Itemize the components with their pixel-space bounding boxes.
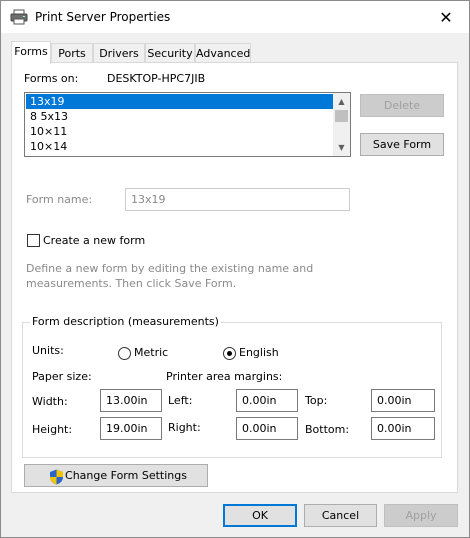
- list-item[interactable]: 10×11: [26, 124, 334, 139]
- tab-forms[interactable]: Forms: [11, 41, 51, 64]
- list-scrollbar[interactable]: ▲ ▼: [333, 93, 350, 156]
- metric-label[interactable]: Metric: [134, 346, 168, 359]
- top-margin-input[interactable]: 0.00in: [371, 389, 435, 412]
- window-title: Print Server Properties: [35, 10, 171, 24]
- tab-label: Security: [147, 47, 193, 60]
- change-form-settings-label: Change Form Settings: [65, 469, 187, 482]
- right-label: Right:: [168, 421, 201, 434]
- tab-advanced[interactable]: Advanced: [195, 43, 251, 63]
- forms-on-label: Forms on:: [24, 72, 79, 85]
- print-server-properties-dialog: Print Server Properties ✕ Forms Ports Dr…: [0, 0, 470, 538]
- form-description-group: Form description (measurements) Units: M…: [22, 315, 442, 458]
- scroll-down-icon[interactable]: ▼: [333, 139, 350, 156]
- top-label: Top:: [305, 394, 328, 407]
- bottom-label: Bottom:: [305, 423, 350, 436]
- list-item[interactable]: 8 5x13: [26, 109, 334, 124]
- metric-radio[interactable]: [118, 347, 131, 360]
- list-item[interactable]: 13x19: [26, 94, 334, 109]
- scroll-up-icon[interactable]: ▲: [333, 93, 350, 110]
- apply-button[interactable]: Apply: [384, 504, 458, 527]
- title-bar: Print Server Properties ✕: [1, 1, 469, 33]
- printer-area-margins-label: Printer area margins:: [166, 370, 283, 383]
- form-name-label: Form name:: [26, 193, 93, 206]
- list-item[interactable]: 10×14: [26, 139, 334, 154]
- close-icon: ✕: [439, 7, 453, 27]
- group-title: Form description (measurements): [30, 315, 221, 328]
- english-radio[interactable]: [223, 347, 236, 360]
- height-label: Height:: [32, 423, 73, 436]
- help-text-line-2: measurements. Then click Save Form.: [26, 277, 237, 290]
- printer-icon: [10, 9, 28, 25]
- left-label: Left:: [168, 394, 193, 407]
- scroll-thumb[interactable]: [335, 110, 348, 122]
- cancel-button[interactable]: Cancel: [304, 504, 377, 527]
- forms-listbox[interactable]: 13x19 8 5x13 10×11 10×14 ▲ ▼: [24, 92, 351, 157]
- ok-button[interactable]: OK: [223, 504, 297, 527]
- width-label: Width:: [32, 395, 68, 408]
- width-input[interactable]: 13.00in: [100, 389, 162, 412]
- radio-selected-dot: [227, 351, 232, 356]
- tab-ports[interactable]: Ports: [51, 43, 93, 63]
- english-label[interactable]: English: [239, 346, 279, 359]
- tab-security[interactable]: Security: [145, 43, 195, 63]
- left-margin-input[interactable]: 0.00in: [236, 389, 298, 412]
- bottom-margin-input[interactable]: 0.00in: [371, 417, 435, 440]
- tab-label: Advanced: [196, 47, 251, 60]
- uac-shield-icon: [50, 469, 63, 485]
- create-new-form-label[interactable]: Create a new form: [43, 234, 145, 247]
- save-form-button[interactable]: Save Form: [360, 133, 444, 156]
- server-name: DESKTOP-HPC7JIB: [107, 72, 206, 85]
- tab-drivers[interactable]: Drivers: [93, 43, 145, 63]
- height-input[interactable]: 19.00in: [100, 417, 162, 440]
- delete-button[interactable]: Delete: [360, 94, 444, 117]
- close-button[interactable]: ✕: [423, 1, 469, 33]
- form-name-input[interactable]: 13x19: [125, 188, 350, 211]
- tab-label: Forms: [14, 45, 48, 58]
- tab-label: Ports: [58, 47, 86, 60]
- right-margin-input[interactable]: 0.00in: [236, 417, 298, 440]
- create-new-form-checkbox[interactable]: [27, 234, 40, 247]
- forms-tab-panel: Forms on: DESKTOP-HPC7JIB 13x19 8 5x13 1…: [11, 62, 458, 493]
- help-text-line-1: Define a new form by editing the existin…: [26, 262, 314, 275]
- units-label: Units:: [32, 344, 64, 357]
- paper-size-label: Paper size:: [32, 370, 92, 383]
- tab-label: Drivers: [99, 47, 139, 60]
- change-form-settings-button[interactable]: Change Form Settings: [24, 464, 208, 487]
